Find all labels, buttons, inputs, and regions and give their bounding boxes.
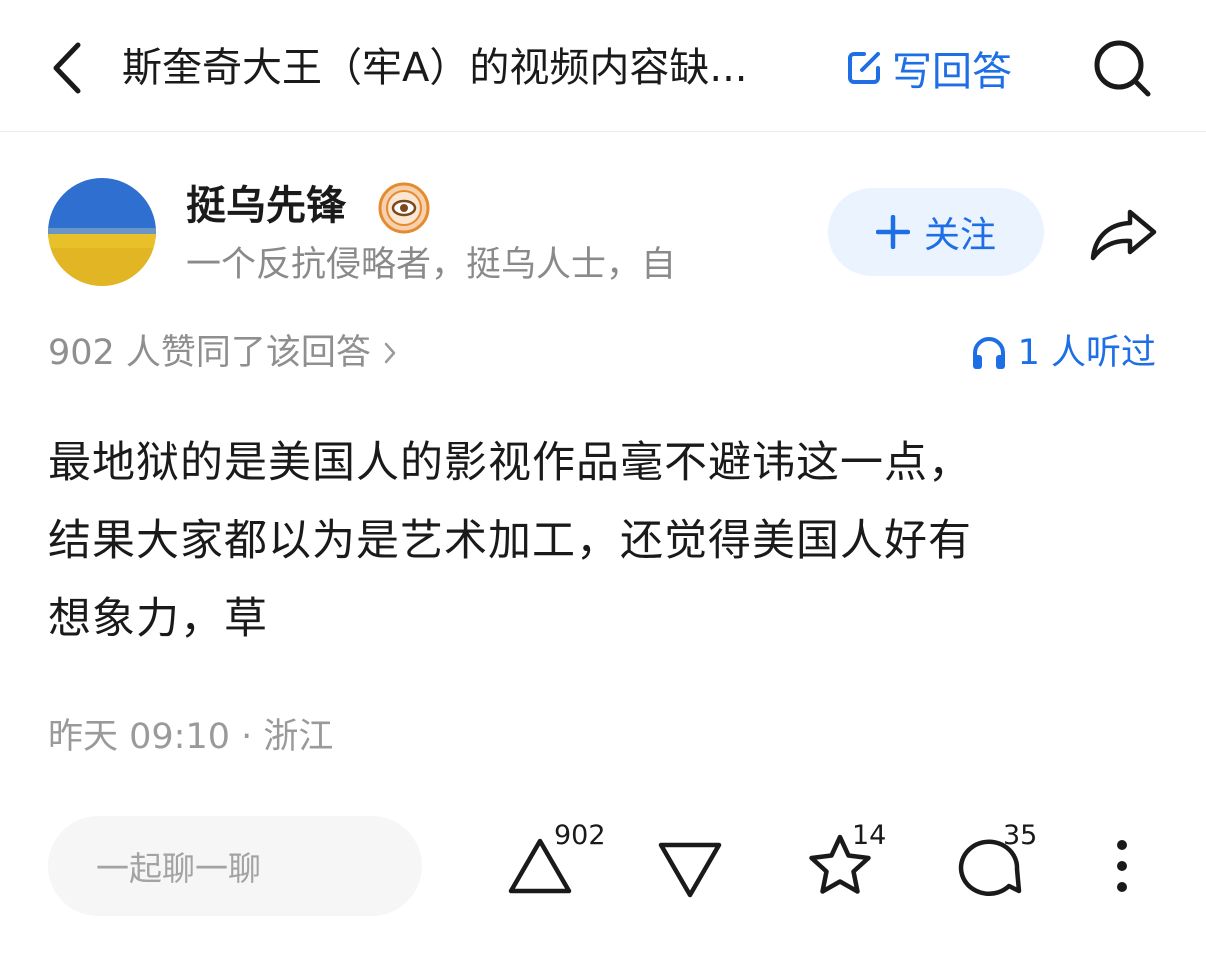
downvote-icon bbox=[658, 842, 722, 898]
back-button[interactable] bbox=[42, 38, 92, 98]
answer-content: 最地狱的是美国人的影视作品毫不避讳这一点， 结果大家都以为是艺术加工，还觉得美国… bbox=[48, 424, 1158, 658]
share-button[interactable] bbox=[1086, 198, 1160, 270]
listen-summary: 1 人听过 bbox=[1017, 333, 1156, 373]
write-answer-label: 写回答 bbox=[892, 49, 1012, 95]
comment-count: 35 bbox=[1003, 820, 1038, 851]
bio-fade bbox=[690, 240, 760, 290]
share-icon bbox=[1090, 209, 1157, 261]
avatar[interactable] bbox=[48, 178, 156, 286]
favorite-count: 14 bbox=[852, 820, 887, 851]
content-line: 结果大家都以为是艺术加工，还觉得美国人好有 bbox=[48, 516, 972, 566]
content-line: 想象力，草 bbox=[48, 594, 268, 644]
listen-summary-link[interactable]: 1 人听过 bbox=[970, 328, 1156, 378]
chevron-left-icon bbox=[53, 42, 81, 94]
follow-label: 关注 bbox=[923, 215, 996, 256]
content-line: 最地狱的是美国人的影视作品毫不避讳这一点， bbox=[48, 438, 972, 488]
write-answer-button[interactable]: 写回答 bbox=[844, 40, 1012, 96]
search-icon bbox=[1094, 40, 1151, 97]
upvote-count: 902 bbox=[554, 820, 606, 851]
page-title[interactable]: 斯奎奇大王（牢A）的视频内容缺... bbox=[122, 40, 822, 96]
post-timestamp: 昨天 09:10 · 浙江 bbox=[48, 717, 334, 757]
badge-icon bbox=[378, 182, 430, 234]
more-icon bbox=[1117, 840, 1127, 892]
downvote-button[interactable] bbox=[650, 834, 730, 906]
comment-placeholder: 一起聊一聊 bbox=[96, 849, 261, 888]
likes-summary: 902 人赞同了该回答 bbox=[48, 333, 371, 373]
more-button[interactable] bbox=[1100, 830, 1144, 902]
search-button[interactable] bbox=[1088, 34, 1156, 102]
edit-icon bbox=[848, 52, 880, 84]
chevron-right-icon bbox=[384, 342, 396, 364]
plus-icon bbox=[875, 215, 910, 249]
follow-button[interactable]: 关注 bbox=[828, 188, 1044, 276]
author-bio: 一个反抗侵略者，挺乌人士，自 bbox=[186, 245, 677, 285]
likes-summary-link[interactable]: 902 人赞同了该回答 bbox=[48, 328, 397, 378]
headphones-icon bbox=[972, 337, 1005, 369]
author-name[interactable]: 挺乌先锋 bbox=[186, 178, 346, 234]
comment-input[interactable]: 一起聊一聊 bbox=[48, 816, 422, 916]
